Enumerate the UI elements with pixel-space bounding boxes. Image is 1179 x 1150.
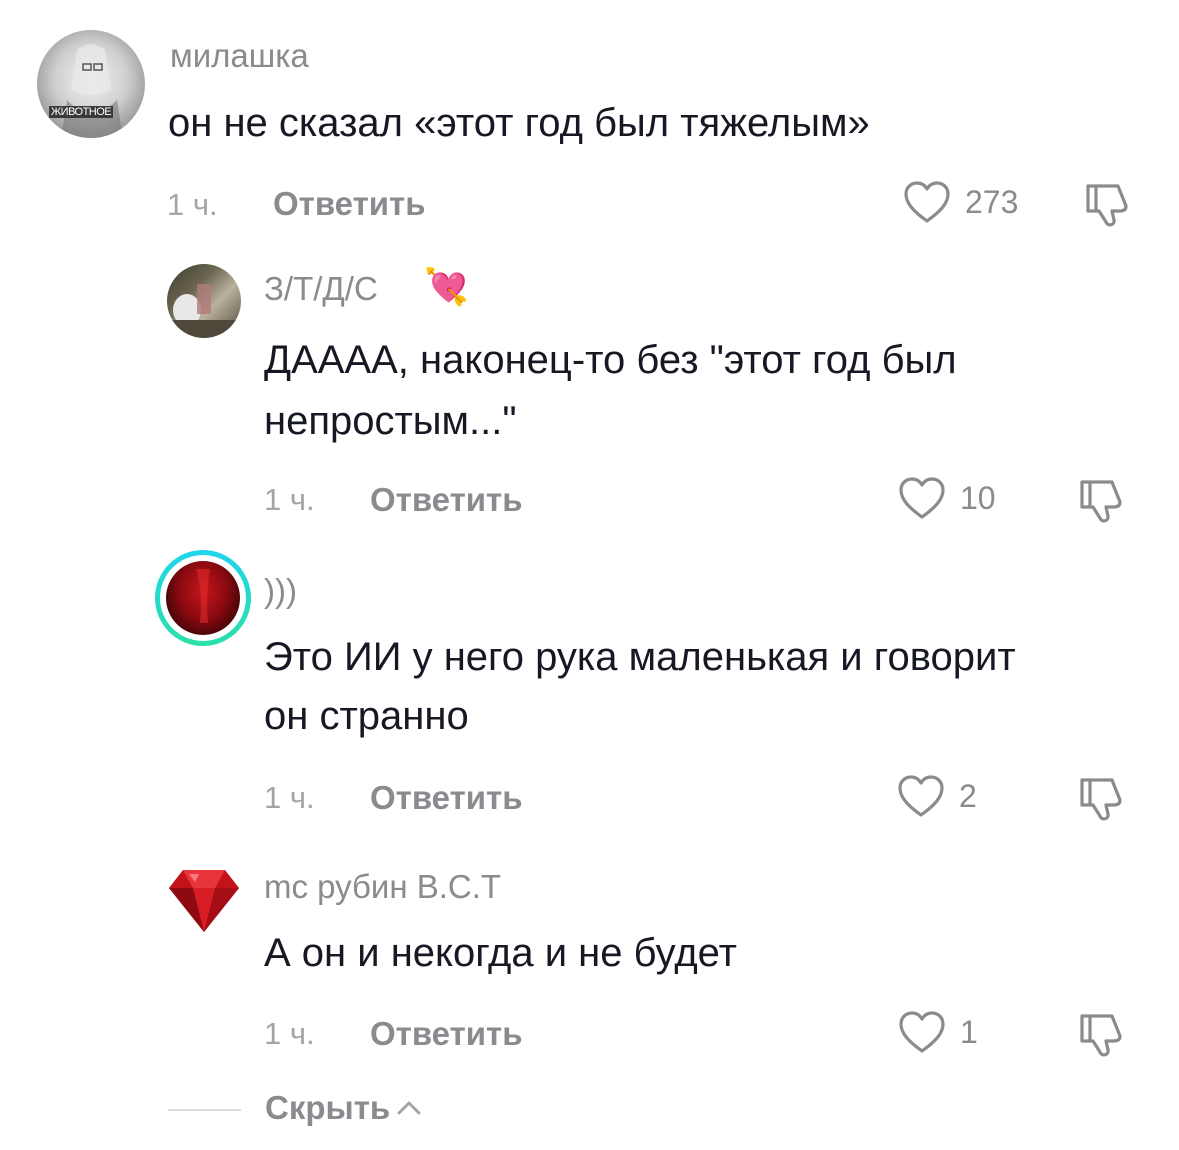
like-count: 1 bbox=[960, 1013, 978, 1050]
hide-replies-button[interactable]: Скрыть bbox=[265, 1089, 422, 1127]
hide-replies-divider bbox=[168, 1109, 241, 1111]
hide-replies-label: Скрыть bbox=[265, 1089, 391, 1126]
reply-button[interactable]: Ответить bbox=[370, 1015, 523, 1053]
avatar[interactable] bbox=[167, 862, 241, 936]
thumb-down-icon bbox=[1076, 1010, 1126, 1060]
comment-4: mc рубин В.С.Т А он и некогда и не будет… bbox=[0, 0, 1179, 1080]
like-button[interactable]: 1 bbox=[898, 1010, 978, 1054]
comment-text: А он и некогда и не будет bbox=[264, 931, 737, 975]
dislike-button[interactable] bbox=[1076, 1010, 1126, 1060]
chevron-up-icon bbox=[396, 1099, 422, 1117]
heart-icon bbox=[898, 1010, 946, 1054]
timestamp: 1 ч. bbox=[264, 1016, 315, 1051]
comments-thread: ЖИВОТНОЕ милашка он не сказал «этот год … bbox=[0, 0, 1179, 1150]
username[interactable]: mc рубин В.С.Т bbox=[264, 868, 501, 906]
